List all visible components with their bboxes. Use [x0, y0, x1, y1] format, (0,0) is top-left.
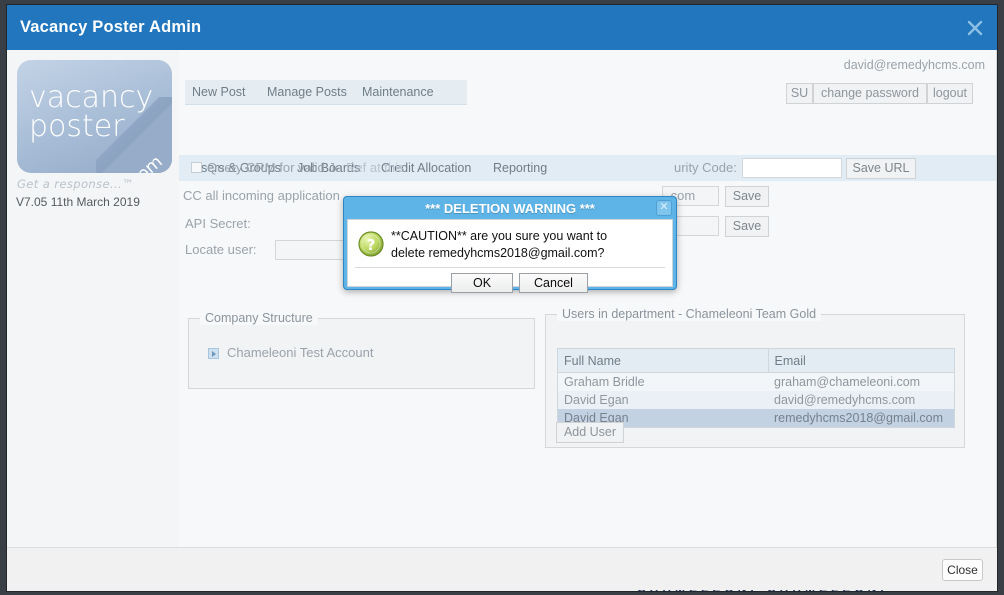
primary-nav: New Post Manage Posts Maintenance [185, 80, 467, 105]
save-url-button[interactable]: Save URL [846, 158, 916, 179]
api-secret-label: API Secret: [185, 216, 251, 231]
dialog-message: **CAUTION** are you sure you want to del… [391, 228, 663, 262]
page-scrollbar-edge[interactable] [996, 50, 997, 547]
change-password-button[interactable]: change password [813, 83, 927, 104]
table-row[interactable]: Graham Bridle graham@chameleoni.com [557, 372, 955, 391]
dialog-message-line-1: **CAUTION** are you sure you want to [391, 229, 608, 243]
locate-user-label: Locate user: [185, 242, 257, 257]
query-crm-label: Query CRM for valid Jo [207, 160, 343, 175]
cell-email: graham@chameleoni.com [768, 372, 955, 391]
users-panel-legend: Users in department - Chameleoni Team Go… [557, 307, 822, 321]
cell-full-name: Graham Bridle [557, 372, 768, 391]
cell-full-name: David Egan [557, 391, 768, 409]
column-header-full-name[interactable]: Full Name [557, 348, 769, 373]
column-header-email[interactable]: Email [768, 348, 955, 373]
question-mark-icon: ? [358, 231, 384, 257]
add-user-button[interactable]: Add User [556, 422, 624, 443]
dialog-cancel-button[interactable]: Cancel [519, 273, 588, 293]
brand-tagline: Get a response...™ [17, 177, 135, 191]
brand-panel: vacancy poster .com Get a response...™ V… [7, 50, 179, 547]
bleed-text-1: CHAMELEONI [637, 590, 758, 591]
company-structure-panel: Company Structure Chameleoni Test Accoun… [188, 311, 535, 389]
window-titlebar: Vacancy Poster Admin [7, 5, 997, 50]
close-x-icon[interactable] [963, 16, 987, 40]
users-table: Full Name Email Graham Bridle graham@cha… [557, 348, 955, 428]
dialog-close-x-icon[interactable]: ✕ [656, 200, 672, 216]
table-header-row: Full Name Email [557, 348, 955, 373]
svg-text:?: ? [367, 236, 376, 254]
table-row[interactable]: David Egan david@remedyhcms.com [557, 391, 955, 409]
nav-manage-posts[interactable]: Manage Posts [267, 85, 347, 99]
company-structure-legend: Company Structure [200, 311, 318, 325]
version-label: V7.05 11th March 2019 [16, 195, 140, 209]
su-button[interactable]: SU [786, 83, 813, 104]
security-code-input[interactable] [742, 158, 842, 178]
dialog-message-line-2: delete remedyhcms2018@gmail.com? [391, 246, 605, 260]
security-code-label: urity Code: [674, 160, 737, 175]
deletion-warning-dialog: *** DELETION WARNING *** ✕ ? **CAUTION**… [343, 196, 677, 293]
dialog-title: *** DELETION WARNING *** [425, 201, 595, 216]
logout-button[interactable]: logout [927, 83, 973, 104]
cc-applications-label: CC all incoming application [183, 188, 340, 203]
vacancy-poster-logo: vacancy poster .com [17, 60, 172, 173]
background-bleed-text: CHAMELEONI CHAMELEONI [7, 590, 997, 591]
dialog-titlebar: *** DELETION WARNING *** ✕ [347, 200, 673, 219]
app-page: vacancy poster .com Get a response...™ V… [7, 50, 997, 547]
window-title: Vacancy Poster Admin [20, 18, 202, 36]
close-button[interactable]: Close [942, 559, 983, 581]
cell-email: remedyhcms2018@gmail.com [768, 409, 955, 428]
bleed-text-2: CHAMELEONI [767, 590, 888, 591]
account-email: david@remedyhcms.com [843, 58, 985, 72]
expand-triangle-icon[interactable] [208, 348, 219, 359]
dialog-separator [355, 267, 665, 268]
save-button-1[interactable]: Save [725, 186, 769, 207]
nav-maintenance[interactable]: Maintenance [362, 85, 434, 99]
save-button-2[interactable]: Save [725, 216, 769, 237]
tree-item-label: Chameleoni Test Account [227, 345, 374, 360]
obscured-ref-label: Ref at this [346, 160, 405, 175]
cell-email: david@remedyhcms.com [768, 391, 955, 409]
nav-reporting[interactable]: Reporting [493, 161, 547, 175]
dialog-ok-button[interactable]: OK [451, 273, 513, 293]
nav-new-post[interactable]: New Post [192, 85, 246, 99]
query-crm-checkbox[interactable] [191, 162, 202, 173]
admin-window: Vacancy Poster Admin vacancy poster .com… [6, 4, 998, 592]
window-footer: Close [7, 547, 997, 591]
dialog-body: ? **CAUTION** are you sure you want to d… [347, 219, 673, 293]
logo-line-2: poster [29, 109, 125, 144]
